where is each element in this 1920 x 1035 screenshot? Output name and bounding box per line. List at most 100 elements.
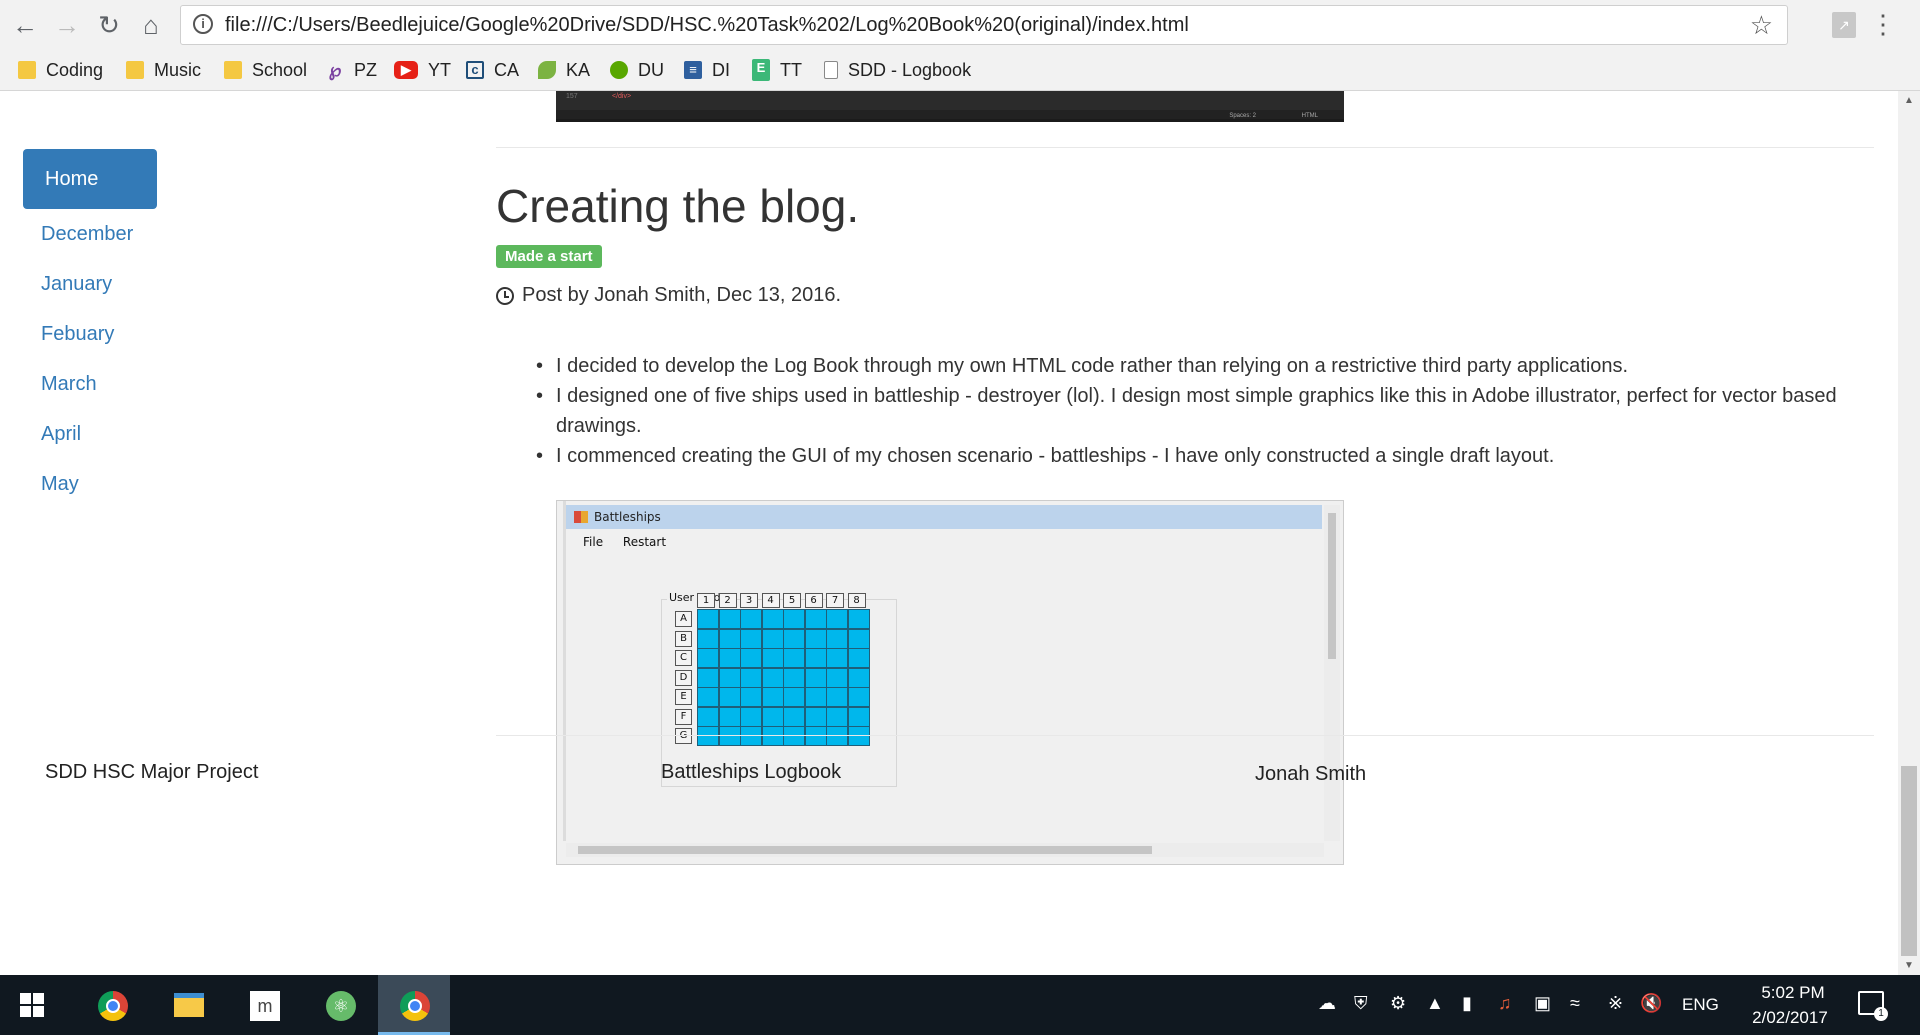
grid-cell xyxy=(740,667,762,688)
duolingo-icon xyxy=(610,61,628,79)
speaker-app-icon[interactable]: ♫ xyxy=(1498,993,1512,1014)
grid-cell xyxy=(761,648,784,668)
scroll-down-icon[interactable]: ▼ xyxy=(1898,960,1920,971)
bookmark-school[interactable]: School xyxy=(224,57,307,83)
grid-column-header: 5 xyxy=(783,593,801,608)
sidebar-item-home[interactable]: Home xyxy=(23,149,157,209)
volume-muted-icon[interactable]: 🔇 xyxy=(1640,993,1662,1014)
taskbar-date[interactable]: 2/02/2017 xyxy=(1740,1008,1840,1028)
list-item: I decided to develop the Log Book throug… xyxy=(536,351,1856,381)
footer-left: SDD HSC Major Project xyxy=(45,761,259,783)
bookmark-di[interactable]: ≡ DI xyxy=(684,57,730,83)
grid-cell xyxy=(740,648,762,668)
folder-icon xyxy=(18,61,36,79)
page-scroll-thumb[interactable] xyxy=(1901,766,1917,956)
taskbar-explorer[interactable] xyxy=(152,975,224,1035)
grid-cell xyxy=(783,609,805,629)
app-menu-restart: Restart xyxy=(622,535,667,549)
file-explorer-icon xyxy=(174,993,204,1017)
grid-cell xyxy=(847,628,870,649)
grid-cell xyxy=(697,726,719,746)
language-indicator[interactable]: ENG xyxy=(1682,995,1719,1015)
grid-cell xyxy=(847,687,870,707)
grid-cell xyxy=(718,687,741,707)
browser-menu-icon[interactable]: ⋮ xyxy=(1870,10,1896,38)
grid-cell xyxy=(718,706,741,727)
app-scroll-thumb xyxy=(578,846,1152,854)
bookmark-ca[interactable]: c CA xyxy=(466,57,519,83)
grid-cell xyxy=(826,726,848,746)
chrome-icon xyxy=(98,991,128,1021)
taskbar-chrome[interactable] xyxy=(76,975,148,1035)
reload-icon[interactable]: ↻ xyxy=(94,10,124,40)
bookmark-pz[interactable]: ℘ PZ xyxy=(326,57,377,83)
bookmark-music[interactable]: Music xyxy=(126,57,201,83)
grid-cell xyxy=(783,628,805,649)
grid-row-header: E xyxy=(675,689,692,705)
bookmark-ka[interactable]: KA xyxy=(538,57,590,83)
atom-icon: ⚛ xyxy=(326,991,356,1021)
bookmark-sdd-logbook[interactable]: SDD - Logbook xyxy=(824,57,971,83)
sidebar-item-may[interactable]: May xyxy=(23,459,157,509)
grid-column-header: 1 xyxy=(697,593,715,608)
bookmark-du[interactable]: DU xyxy=(610,57,664,83)
grid-cell xyxy=(826,609,848,629)
grid-column-header: 3 xyxy=(740,593,758,608)
forward-icon[interactable]: → xyxy=(52,10,82,40)
editor-code: </div> xyxy=(612,93,632,100)
bookmark-yt[interactable]: ▶ YT xyxy=(394,57,451,83)
google-drive-icon[interactable]: ▲ xyxy=(1426,993,1444,1014)
app-vertical-scrollbar xyxy=(1324,505,1340,841)
grid-cell xyxy=(783,667,805,688)
home-icon[interactable]: ⌂ xyxy=(136,10,166,40)
taskbar-time[interactable]: 5:02 PM xyxy=(1748,983,1838,1003)
folder-icon xyxy=(224,61,242,79)
scroll-up-icon[interactable]: ▲ xyxy=(1898,95,1920,106)
bluetooth-icon[interactable]: ※ xyxy=(1608,993,1623,1014)
address-bar[interactable]: i file:///C:/Users/Beedlejuice/Google%20… xyxy=(180,5,1788,45)
sidebar-item-febuary[interactable]: Febuary xyxy=(23,309,157,359)
notification-center-icon[interactable]: 1 xyxy=(1858,991,1888,1021)
steam-icon[interactable]: ⚙ xyxy=(1390,993,1406,1014)
previous-post-image: 157 </div> Spaces: 2 HTML xyxy=(556,91,1344,122)
sidebar-item-december[interactable]: December xyxy=(23,209,157,259)
browser-toolbar: ← → ↻ ⌂ i file:///C:/Users/Beedlejuice/G… xyxy=(0,0,1920,50)
grid-cell xyxy=(804,726,827,746)
sidebar-item-january[interactable]: January xyxy=(23,259,157,309)
bookmark-star-icon[interactable]: ☆ xyxy=(1750,10,1773,41)
sidebar-item-march[interactable]: March xyxy=(23,359,157,409)
pdf-extension-icon[interactable]: ↗ xyxy=(1832,12,1856,38)
app-title: Battleships xyxy=(594,510,661,524)
start-button[interactable] xyxy=(0,975,72,1035)
url-text[interactable]: file:///C:/Users/Beedlejuice/Google%20Dr… xyxy=(225,14,1189,37)
folder-icon xyxy=(126,61,144,79)
grid-cell xyxy=(740,609,762,629)
windows-taskbar: m ⚛ ☁ ⛨ ⚙ ▲ ▮ ♫ ▣ ≈ ※ 🔇 ENG 5:02 PM 2/02… xyxy=(0,975,1920,1035)
bookmark-coding[interactable]: Coding xyxy=(18,57,103,83)
battery-icon[interactable]: ▮ xyxy=(1462,993,1472,1014)
bookmark-tt[interactable]: E TT xyxy=(752,57,802,83)
grid-cell xyxy=(718,648,741,668)
display-icon[interactable]: ▣ xyxy=(1534,993,1551,1014)
info-icon[interactable]: i xyxy=(193,14,213,34)
cloud-icon[interactable]: ☁ xyxy=(1318,993,1336,1014)
grid-cell xyxy=(697,609,719,629)
grid-cell xyxy=(847,726,870,746)
grid-row-header: F xyxy=(675,708,692,725)
battleships-screenshot: Battleships File Restart User Grid 12345… xyxy=(556,500,1344,865)
page-scrollbar[interactable]: ▲ ▼ xyxy=(1898,91,1920,975)
back-icon[interactable]: ← xyxy=(10,10,40,40)
sidebar-item-april[interactable]: April xyxy=(23,409,157,459)
wifi-icon[interactable]: ≈ xyxy=(1570,993,1580,1014)
grid-cell xyxy=(761,687,784,707)
shield-icon[interactable]: ⛨ xyxy=(1354,993,1368,1014)
taskbar-mu[interactable]: m xyxy=(228,975,300,1035)
grid-cell xyxy=(718,667,741,688)
grid-cell xyxy=(761,609,784,629)
mu-app-icon: m xyxy=(250,991,280,1021)
taskbar-chrome-active[interactable] xyxy=(378,975,450,1035)
grid-row-header: G xyxy=(675,728,692,744)
taskbar-atom[interactable]: ⚛ xyxy=(304,975,376,1035)
grid-column-header: 4 xyxy=(761,593,780,608)
list-item: I commenced creating the GUI of my chose… xyxy=(536,441,1856,471)
